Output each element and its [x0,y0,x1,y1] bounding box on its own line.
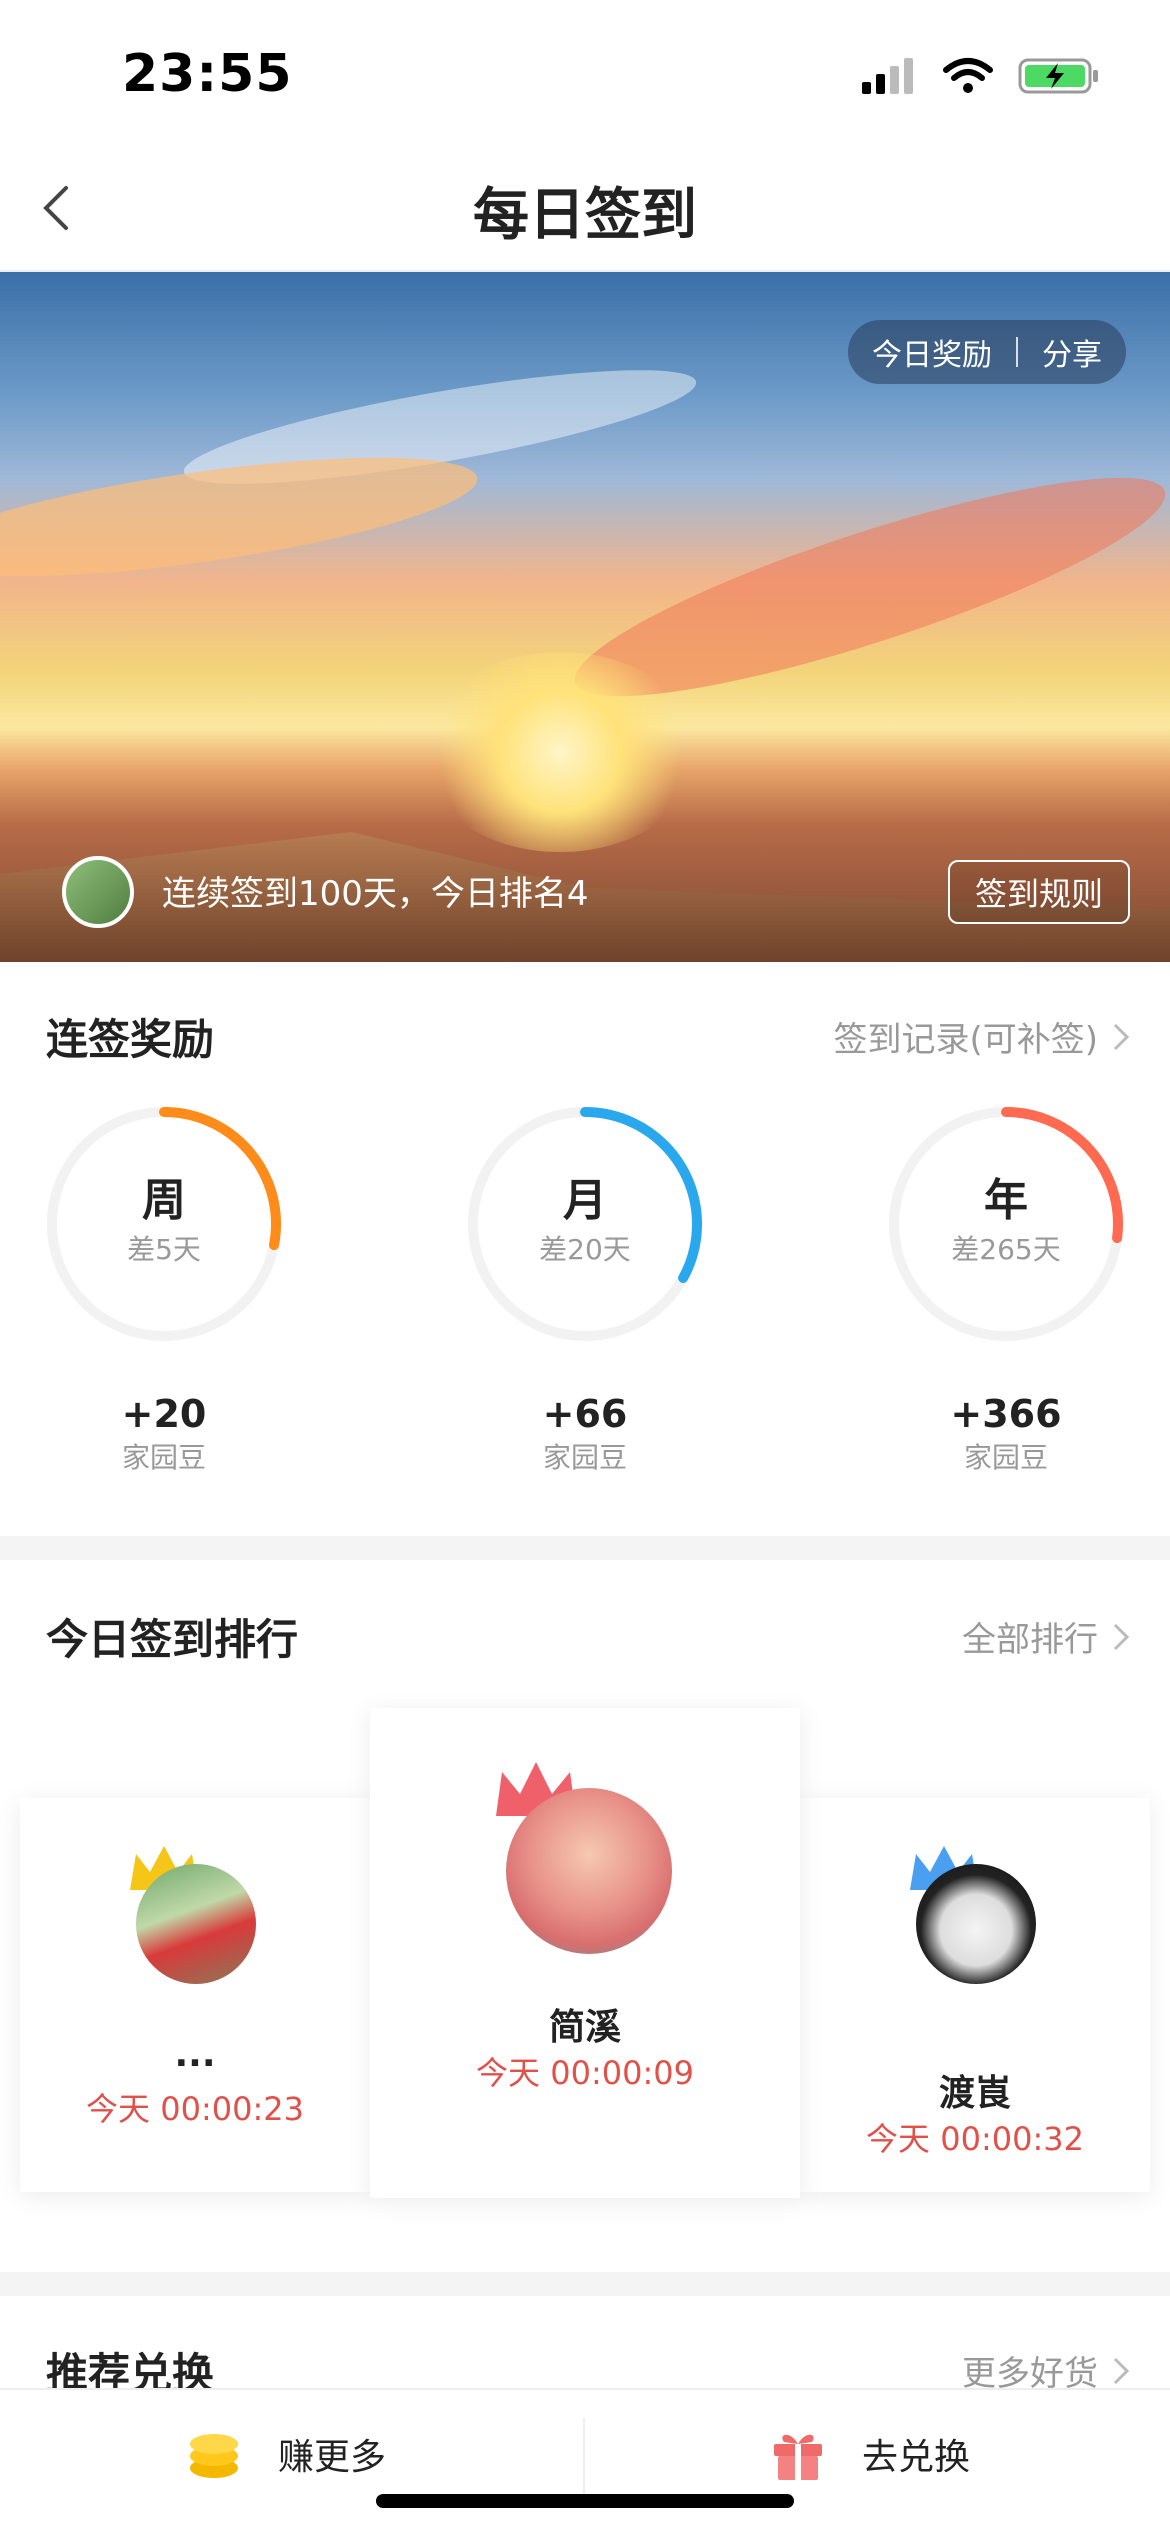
avatar [506,1788,672,1954]
earn-more-label: 赚更多 [278,2437,387,2478]
share-link[interactable]: 分享 [1042,330,1102,374]
ranking-title: 今日签到排行 [46,1615,299,1664]
rank-time: 今天 00:00:32 [866,2120,1084,2158]
all-ranking-label: 全部排行 [962,1620,1098,1660]
reward-ring-week: 周 差5天 +20 家园豆 [44,1104,284,1476]
pill-separator [1016,337,1018,367]
rank-card-third[interactable]: 渡崀 今天 00:00:32 [800,1798,1150,2192]
rank-time: 今天 00:00:23 [86,2090,304,2128]
banner-action-pill: 今日奖励 分享 [848,320,1126,384]
rank-card-second[interactable]: ... 今天 00:00:23 [20,1798,370,2192]
rank-name: 简溪 [548,2007,621,2048]
nav-bar: 每日签到 [0,140,1170,272]
chevron-right-icon [1113,1623,1130,1650]
reward-ring-year: 年 差265天 +366 家园豆 [886,1104,1126,1476]
bottom-divider [583,2418,585,2506]
reward-points: +366 [950,1392,1062,1436]
reward-unit: 家园豆 [542,1441,627,1474]
chevron-right-icon [1113,1023,1130,1050]
rank-time: 今天 00:00:09 [476,2054,694,2092]
reward-ring-month: 月 差20天 +66 家园豆 [465,1104,705,1476]
status-time: 23:55 [122,44,293,104]
reward-points: +66 [542,1392,628,1436]
rank-name: ... [174,2034,216,2075]
rank-name: 渡崀 [938,2073,1011,2114]
avatar [136,1864,256,1984]
rank-card-first[interactable]: 简溪 今天 00:00:09 [370,1708,800,2198]
battery-charging-icon [1018,58,1098,94]
avatar [916,1864,1036,1984]
ring-label: 年 [984,1175,1028,1226]
earn-more-button[interactable]: 赚更多 [186,2426,386,2482]
user-avatar [62,856,134,928]
ring-remaining: 差265天 [951,1233,1061,1266]
today-reward-link[interactable]: 今日奖励 [872,330,992,374]
section-divider [0,2272,1170,2296]
wifi-icon [943,58,993,93]
ring-label: 月 [563,1175,607,1226]
banner: 今日奖励 分享 连续签到100天，今日排名4 签到规则 [0,272,1170,962]
redeem-label: 去兑换 [862,2437,971,2478]
signal-icon [862,58,913,94]
redeem-button[interactable]: 去兑换 [770,2426,970,2482]
streak-text: 连续签到100天，今日排名4 [162,874,589,914]
ring-remaining: 差5天 [127,1233,201,1266]
reward-points: +20 [121,1392,207,1436]
all-ranking-link[interactable]: 全部排行 [962,1612,1130,1661]
bottom-bar: 赚更多 去兑换 [0,2388,1170,2534]
ring-remaining: 差20天 [539,1233,631,1266]
banner-sun [420,652,700,852]
streak-rewards-title: 连签奖励 [46,1015,215,1064]
reward-unit: 家园豆 [963,1441,1048,1474]
chevron-right-icon [1113,2357,1130,2384]
coins-icon [190,2434,238,2478]
reward-unit: 家园豆 [121,1441,206,1474]
sign-record-link[interactable]: 签到记录(可补签) [833,1012,1130,1061]
page-title: 每日签到 [473,183,697,248]
gift-icon [774,2434,822,2480]
status-icons [860,56,1100,96]
home-indicator [376,2494,794,2508]
section-divider [0,1536,1170,1560]
ring-label: 周 [142,1175,186,1226]
rules-button[interactable]: 签到规则 [948,860,1130,924]
sign-record-label: 签到记录(可补签) [833,1020,1098,1060]
